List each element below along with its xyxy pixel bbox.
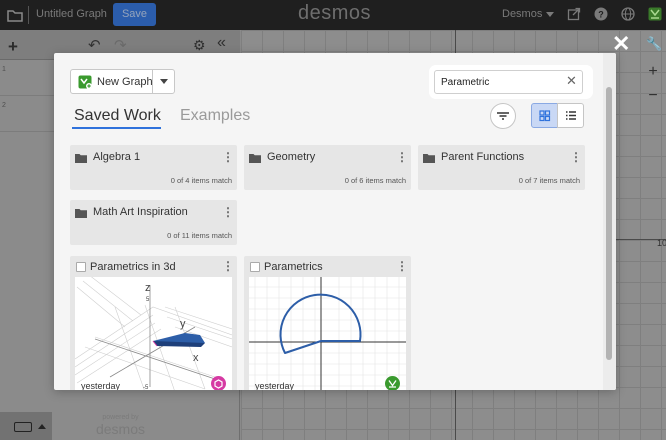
- more-options-icon[interactable]: ⋮: [396, 260, 408, 272]
- list-icon: [566, 111, 576, 120]
- graph-card[interactable]: Parametrics ⋮ yesterday: [244, 256, 411, 390]
- x-axis-label: x: [193, 352, 199, 364]
- folder-card[interactable]: Math Art Inspiration ⋮ 0 of 11 items mat…: [70, 200, 237, 245]
- select-checkbox[interactable]: [76, 262, 86, 272]
- graph-date: yesterday: [255, 381, 295, 390]
- language-icon[interactable]: [621, 7, 635, 21]
- folder-name: Parent Functions: [441, 151, 525, 163]
- svg-text:?: ?: [598, 10, 604, 20]
- folder-name: Geometry: [267, 151, 316, 163]
- axis-tick-label: 10: [657, 238, 666, 248]
- folder-icon: [75, 154, 87, 163]
- share-icon[interactable]: [567, 7, 581, 21]
- filter-button[interactable]: [490, 103, 516, 129]
- desmos-logo: desmos: [298, 2, 372, 24]
- more-options-icon[interactable]: ⋮: [222, 151, 234, 163]
- scrollbar-thumb[interactable]: [606, 87, 612, 360]
- folder-icon: [249, 154, 261, 163]
- folder-icon: [423, 154, 435, 163]
- graph-thumbnail: yesterday: [249, 277, 406, 390]
- folder-icon: [75, 209, 87, 218]
- expression-index: 1: [2, 66, 6, 73]
- tab-saved-work[interactable]: Saved Work: [74, 107, 161, 125]
- powered-by-label: powered by: [102, 414, 139, 421]
- zoom-controls: + −: [640, 60, 666, 110]
- gear-icon[interactable]: ⚙: [193, 37, 206, 54]
- search-box: ✕: [432, 68, 590, 96]
- folder-card[interactable]: Geometry ⋮ 0 of 6 items match: [244, 145, 411, 190]
- divider: [28, 6, 29, 24]
- folder-name: Algebra 1: [93, 151, 141, 163]
- help-icon[interactable]: ?: [594, 7, 608, 21]
- folder-match-count: 0 of 4 items match: [170, 176, 232, 185]
- more-options-icon[interactable]: ⋮: [396, 151, 408, 163]
- thumbnail-3d-plot: z 5 y x -5: [75, 277, 232, 390]
- z-top-tick: 5: [146, 297, 150, 303]
- graph-date: yesterday: [81, 381, 121, 390]
- z-bottom-tick: -5: [143, 385, 149, 390]
- new-graph-label: New Graph: [97, 76, 153, 88]
- list-view-button[interactable]: [557, 103, 584, 128]
- filter-icon: [497, 112, 509, 120]
- save-button[interactable]: Save: [113, 3, 156, 26]
- powered-by-logo: desmos: [95, 421, 146, 437]
- chevron-up-icon: [38, 424, 46, 429]
- expression-index: 2: [2, 102, 6, 109]
- 3d-badge-icon: [211, 376, 226, 390]
- wrench-icon[interactable]: 🔧: [646, 36, 662, 52]
- z-axis-label: z: [145, 282, 151, 294]
- graph-title[interactable]: Untitled Graph: [36, 8, 107, 20]
- keyboard-icon: [14, 422, 32, 432]
- top-bar: Untitled Graph Save desmos Desmos ?: [0, 0, 666, 30]
- graph-thumbnail: z 5 y x -5 yesterday: [75, 277, 232, 390]
- folder-card[interactable]: Algebra 1 ⋮ 0 of 4 items match: [70, 145, 237, 190]
- graph-card-title: Parametrics: [264, 261, 323, 273]
- select-checkbox[interactable]: [250, 262, 260, 272]
- grid-view-button[interactable]: [531, 103, 558, 128]
- user-icon[interactable]: [648, 7, 662, 21]
- close-icon[interactable]: ✕: [612, 33, 630, 55]
- zoom-in-button[interactable]: +: [640, 60, 666, 84]
- thumbnail-2d-plot: [249, 277, 406, 390]
- new-graph-button[interactable]: New Graph: [70, 69, 175, 94]
- chevron-down-icon[interactable]: [546, 12, 554, 17]
- more-options-icon[interactable]: ⋮: [222, 206, 234, 218]
- account-menu[interactable]: Desmos: [502, 8, 542, 20]
- divider: [152, 70, 153, 93]
- y-axis-label: y: [180, 318, 186, 330]
- zoom-out-button[interactable]: −: [640, 84, 666, 108]
- grid-icon: [539, 110, 551, 122]
- more-options-icon[interactable]: ⋮: [222, 260, 234, 272]
- graph-card-title: Parametrics in 3d: [90, 261, 176, 273]
- open-graph-dialog: New Graph ✕ Saved Work Examples Algebra …: [54, 53, 616, 390]
- folder-icon[interactable]: [6, 6, 24, 24]
- collapse-icon[interactable]: «: [217, 34, 226, 52]
- more-options-icon[interactable]: ⋮: [570, 151, 582, 163]
- search-input[interactable]: [434, 70, 583, 94]
- folder-match-count: 0 of 6 items match: [344, 176, 406, 185]
- active-tab-indicator: [72, 127, 161, 129]
- new-graph-icon: [78, 75, 92, 89]
- folder-name: Math Art Inspiration: [93, 206, 188, 218]
- undo-icon[interactable]: ↶: [88, 36, 101, 54]
- redo-icon[interactable]: ↷: [114, 36, 127, 54]
- folder-match-count: 0 of 7 items match: [518, 176, 580, 185]
- 2d-badge-icon: [385, 376, 400, 390]
- chevron-down-icon[interactable]: [160, 79, 168, 84]
- plus-icon[interactable]: +: [8, 37, 18, 57]
- tab-examples[interactable]: Examples: [180, 107, 250, 125]
- clear-search-icon[interactable]: ✕: [566, 74, 577, 88]
- folder-match-count: 0 of 11 items match: [167, 231, 232, 240]
- folder-card[interactable]: Parent Functions ⋮ 0 of 7 items match: [418, 145, 585, 190]
- graph-card[interactable]: Parametrics in 3d ⋮ z 5 y x -5 yesterday: [70, 256, 237, 390]
